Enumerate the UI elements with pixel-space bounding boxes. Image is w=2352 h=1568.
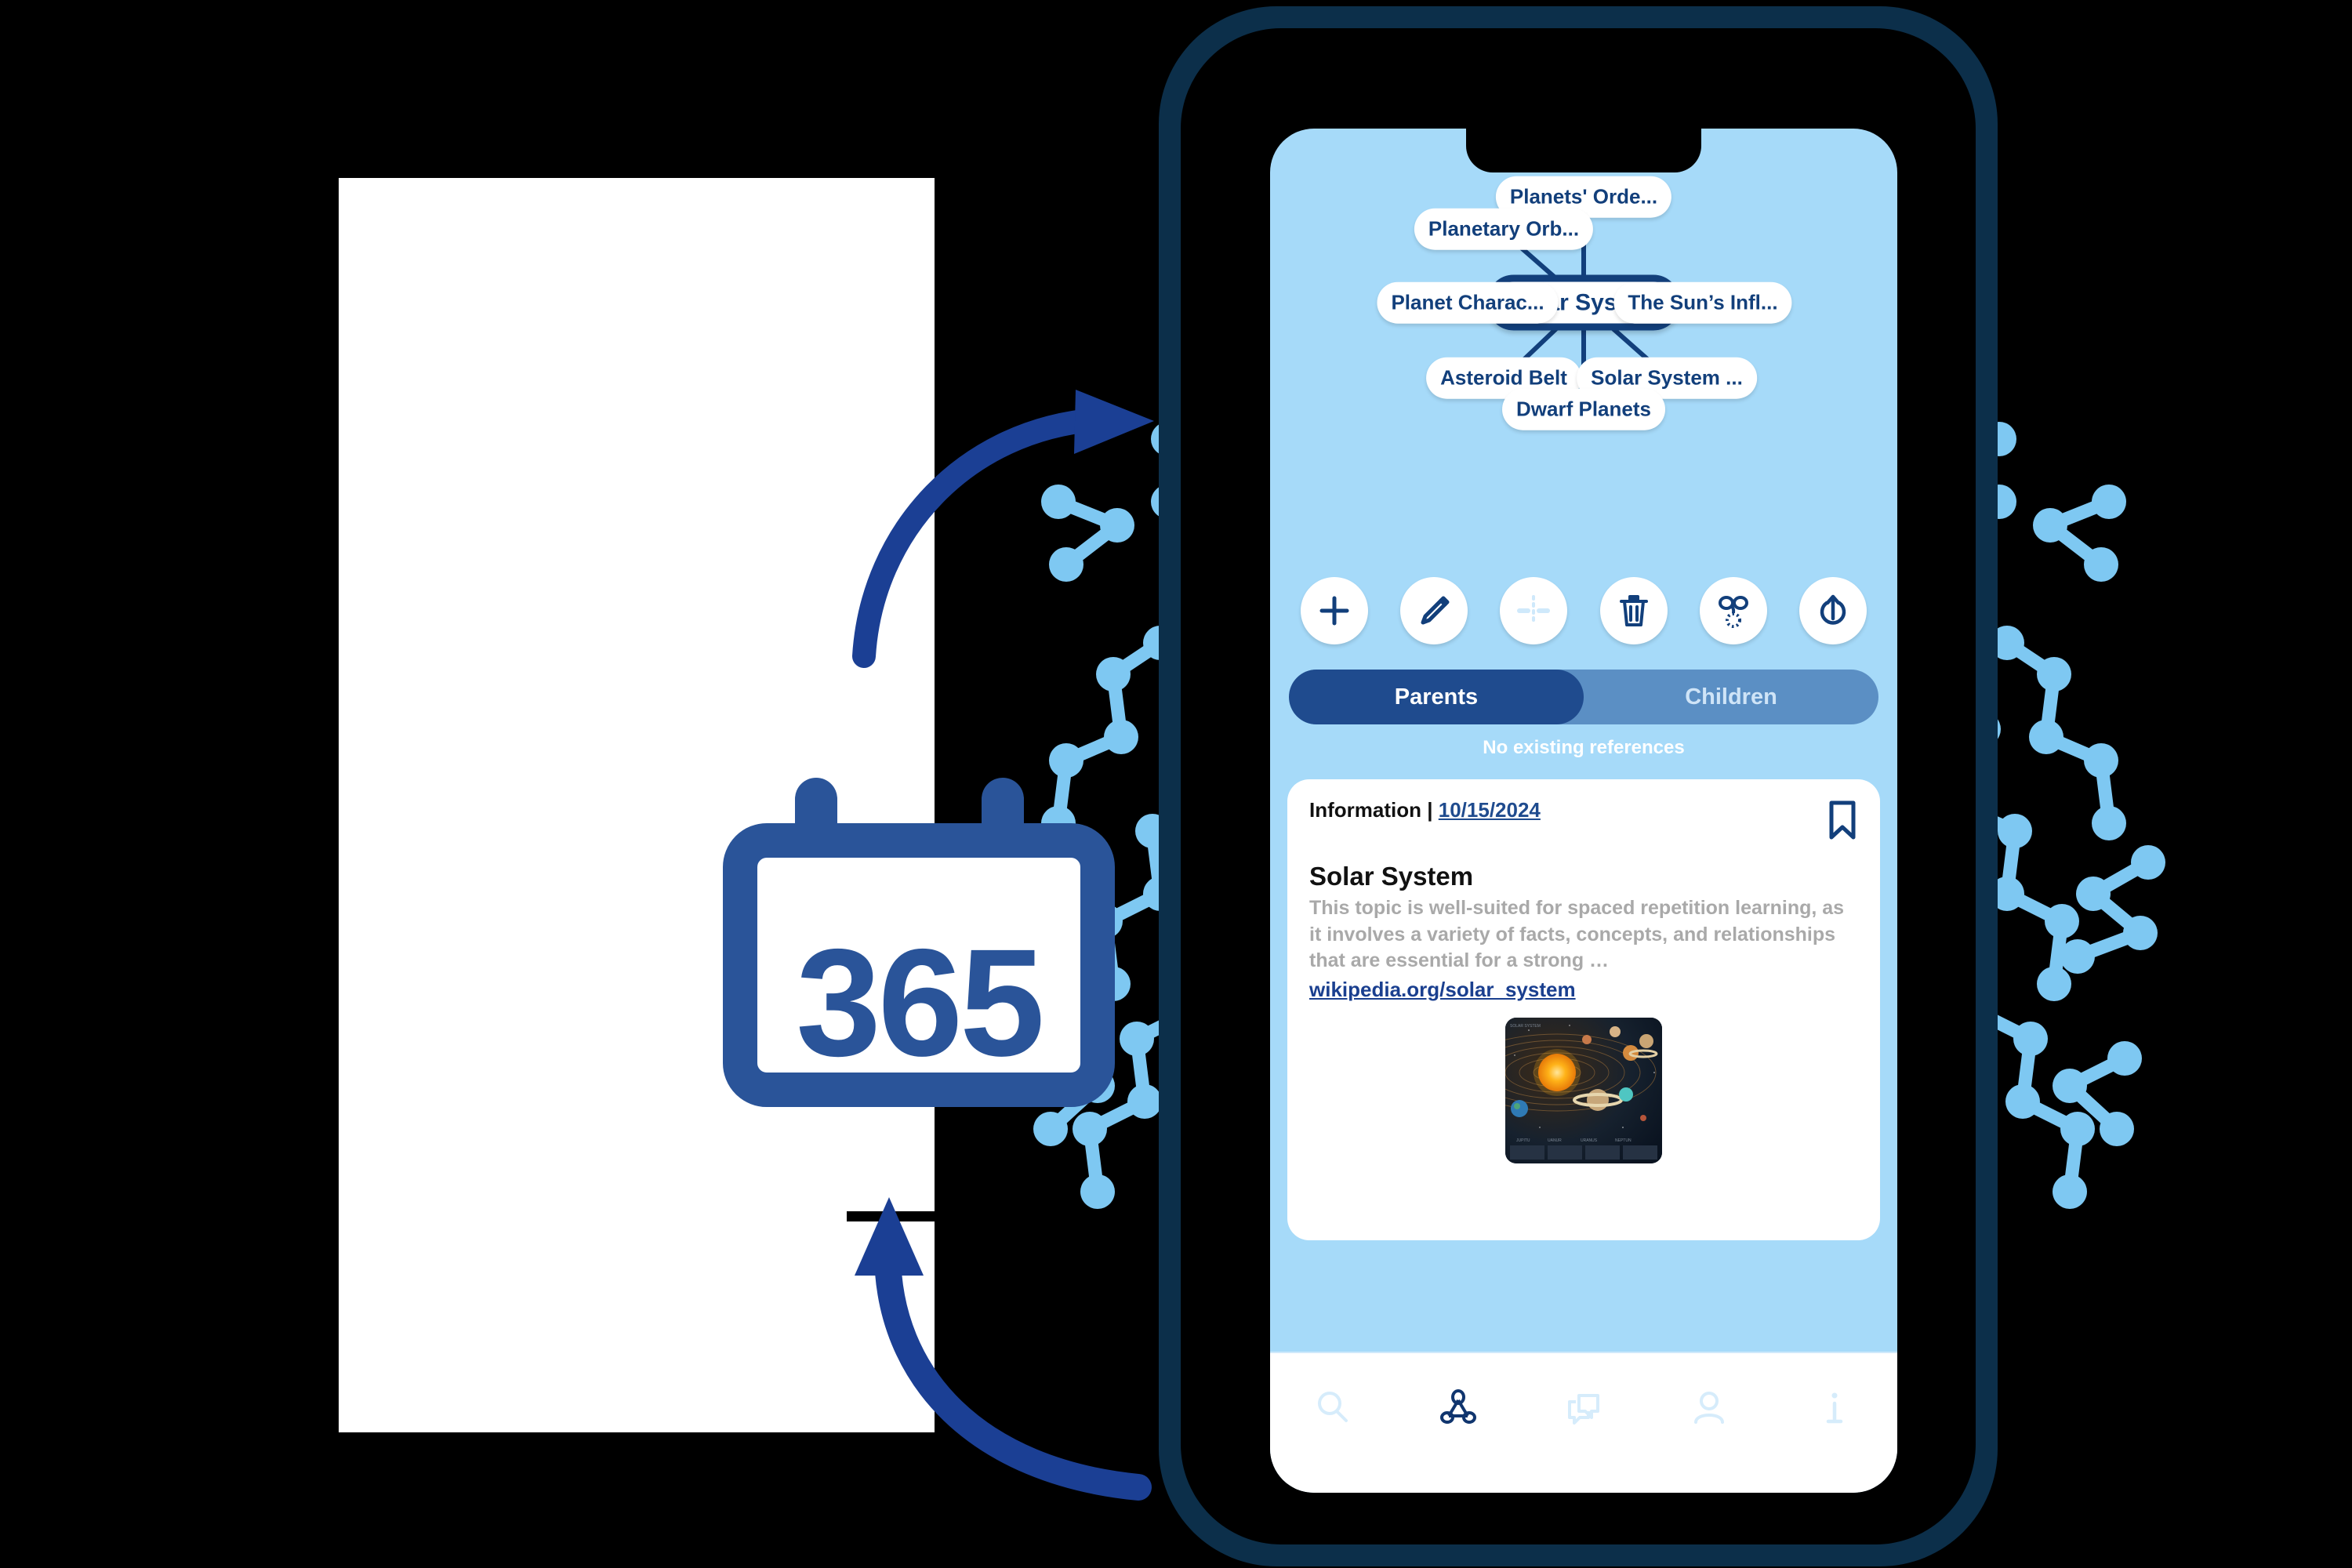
- curved-arrow-right-icon: [840, 390, 1170, 703]
- curved-arrow-up-icon: [840, 1197, 1201, 1534]
- pencil-icon: [1415, 592, 1453, 630]
- share-node-button[interactable]: [1799, 577, 1867, 644]
- edit-node-button[interactable]: [1399, 577, 1468, 644]
- search-icon: [1311, 1386, 1355, 1434]
- nav-item-graph[interactable]: [1427, 1378, 1490, 1441]
- card-header: Information | 10/15/2024: [1309, 800, 1858, 844]
- svg-text:JUPITU: JUPITU: [1516, 1138, 1530, 1143]
- mindmap-node-suns-influence[interactable]: The Sun’s Infl...: [1613, 281, 1792, 324]
- card-title: Solar System: [1309, 862, 1474, 891]
- nodes-icon: [1436, 1386, 1480, 1434]
- add-node-button[interactable]: [1300, 577, 1368, 644]
- nav-item-chat[interactable]: [1552, 1378, 1615, 1441]
- svg-text:SOLAR SYSTEM: SOLAR SYSTEM: [1510, 1024, 1541, 1029]
- screenshot-canvas: 365 Solar Syste... Planets' Orde... Plan…: [0, 0, 2352, 1568]
- bookmark-icon[interactable]: [1827, 800, 1858, 844]
- no-references-status: No existing references: [1483, 737, 1685, 758]
- trash-icon: [1615, 592, 1653, 630]
- card-body-text: This topic is well-suited for spaced rep…: [1309, 897, 1845, 971]
- split-node-button[interactable]: [1500, 577, 1568, 644]
- svg-text:NEPTUN: NEPTUN: [1615, 1138, 1632, 1143]
- share-up-icon: [1814, 592, 1852, 630]
- parents-children-toggle: Parents Children: [1289, 670, 1878, 724]
- delete-node-button[interactable]: [1599, 577, 1668, 644]
- svg-text:UANUR: UANUR: [1548, 1138, 1562, 1143]
- svg-text:URANUS: URANUS: [1581, 1138, 1598, 1143]
- phone-frame: Solar Syste... Planets' Orde... Planetar…: [1159, 6, 1998, 1566]
- card-date[interactable]: 10/15/2024: [1439, 798, 1541, 822]
- chat-icon: [1562, 1386, 1606, 1434]
- tab-parents[interactable]: Parents: [1289, 670, 1584, 724]
- bottom-navigation-bar: [1270, 1352, 1897, 1493]
- calendar-number: 365: [796, 917, 1044, 1088]
- connect-nodes-button[interactable]: [1699, 577, 1767, 644]
- plus-icon: [1316, 592, 1353, 630]
- mindmap-node-planetary-orbits[interactable]: Planetary Orb...: [1414, 208, 1594, 250]
- mindmap-node-dwarf-planets[interactable]: Dwarf Planets: [1502, 388, 1665, 430]
- nodes-link-icon: [1715, 592, 1752, 630]
- split-merge-icon: [1515, 592, 1552, 630]
- phone-bezel: Solar Syste... Planets' Orde... Planetar…: [1181, 28, 1976, 1544]
- mindmap-toolbar: [1270, 568, 1897, 654]
- card-kind-label: Information: [1309, 798, 1421, 822]
- calendar-365-icon: 365: [723, 778, 1115, 1107]
- mindmap-node-planet-characteristics[interactable]: Planet Charac...: [1377, 281, 1559, 324]
- mindmap-canvas[interactable]: Solar Syste... Planets' Orde... Planetar…: [1270, 129, 1897, 568]
- card-separator: |: [1427, 798, 1433, 822]
- card-meta: Information | 10/15/2024: [1309, 800, 1541, 820]
- info-icon: [1813, 1386, 1857, 1434]
- information-card[interactable]: Information | 10/15/2024 Solar System Th…: [1287, 779, 1880, 1240]
- phone-screen: Solar Syste... Planets' Orde... Planetar…: [1270, 129, 1897, 1493]
- solar-system-poster-image[interactable]: SOLAR SYSTEM JUPITU UANUR URANUS NEPTUN: [1505, 1017, 1662, 1163]
- nav-item-search[interactable]: [1301, 1378, 1364, 1441]
- card-source-link[interactable]: wikipedia.org/solar_system: [1309, 978, 1858, 1002]
- tab-children[interactable]: Children: [1584, 670, 1878, 724]
- person-icon: [1687, 1386, 1731, 1434]
- left-illustration-panel: 365: [339, 178, 1228, 1568]
- nav-item-info[interactable]: [1803, 1378, 1866, 1441]
- nav-item-profile[interactable]: [1678, 1378, 1740, 1441]
